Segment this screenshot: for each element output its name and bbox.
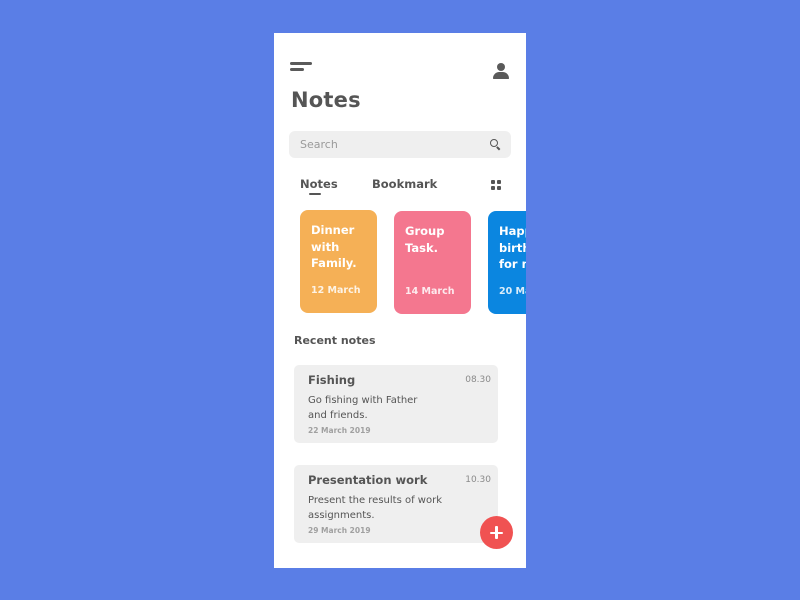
hamburger-menu-icon[interactable] xyxy=(290,62,312,72)
menu-bar-long xyxy=(290,62,312,65)
note-time: 10.30 xyxy=(465,475,491,485)
search-icon-handle xyxy=(496,146,501,151)
note-card[interactable]: Happy birthday for my 20 March xyxy=(488,211,526,314)
note-card-date: 14 March xyxy=(405,286,455,297)
note-time: 08.30 xyxy=(465,375,491,385)
note-date: 22 March 2019 xyxy=(308,426,371,435)
note-card[interactable]: Dinner with Family. 12 March xyxy=(300,210,377,313)
note-card-title: Dinner with Family. xyxy=(311,223,357,270)
note-card-title: Happy birthday for my xyxy=(499,224,526,271)
page-title: Notes xyxy=(291,88,361,112)
recent-note-item[interactable]: Presentation work 10.30 Present the resu… xyxy=(294,465,498,543)
profile-body xyxy=(493,72,509,79)
note-body: Go fishing with Father and friends. xyxy=(308,395,418,421)
search-bar xyxy=(289,131,511,158)
grid-cell xyxy=(491,180,496,185)
grid-cell xyxy=(496,185,501,190)
note-card-title: Group Task. xyxy=(405,224,445,255)
tab-bookmark[interactable]: Bookmark xyxy=(372,177,437,191)
recent-notes-heading: Recent notes xyxy=(294,334,376,347)
add-note-button[interactable] xyxy=(480,516,513,549)
profile-head xyxy=(497,63,505,71)
user-profile-icon[interactable] xyxy=(493,63,509,80)
note-card-date: 20 March xyxy=(499,286,526,297)
plus-icon-vertical xyxy=(495,526,498,539)
grid-cell xyxy=(496,180,501,185)
active-tab-indicator xyxy=(309,193,321,195)
note-body: Present the results of work assignments. xyxy=(308,495,442,521)
note-card[interactable]: Group Task. 14 March xyxy=(394,211,471,314)
recent-note-item[interactable]: Fishing 08.30 Go fishing with Father and… xyxy=(294,365,498,443)
note-card-date: 12 March xyxy=(311,285,361,296)
grid-cell xyxy=(491,185,496,190)
grid-view-icon[interactable] xyxy=(491,180,501,190)
note-date: 29 March 2019 xyxy=(308,526,371,535)
phone-screen: Notes Notes Bookmark Dinner with Family.… xyxy=(274,33,526,568)
tab-notes[interactable]: Notes xyxy=(300,177,338,191)
note-title: Fishing xyxy=(308,373,356,387)
search-icon[interactable] xyxy=(490,139,501,151)
search-input[interactable] xyxy=(300,131,480,158)
note-title: Presentation work xyxy=(308,473,428,487)
menu-bar-short xyxy=(290,68,304,71)
